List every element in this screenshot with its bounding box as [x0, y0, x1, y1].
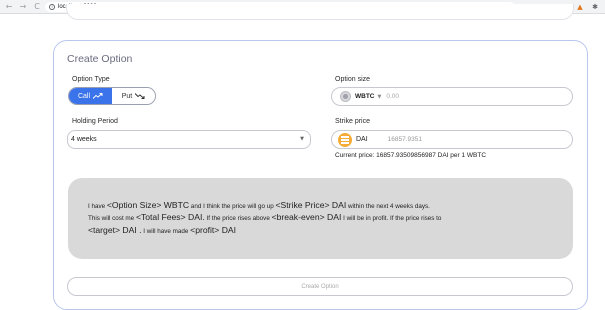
- metamask-fox-icon[interactable]: ▲: [575, 1, 585, 13]
- target-placeholder: <target>: [88, 225, 121, 235]
- holding-period-select[interactable]: 4 weeks ▼: [67, 130, 311, 149]
- trend-up-icon: [93, 93, 103, 99]
- site-info-icon[interactable]: i: [49, 4, 55, 10]
- summary-line-2: This will cost me <Total Fees> DAI. If t…: [88, 212, 442, 222]
- dai-token-icon: [338, 132, 352, 147]
- strike-price-label: Strike price: [335, 118, 371, 125]
- strike-price-input[interactable]: 16857.9351: [388, 136, 422, 143]
- wbtc-token-icon: [340, 91, 351, 102]
- create-option-button[interactable]: Create Option: [67, 277, 573, 296]
- break-even-placeholder: <break-even>: [271, 212, 325, 222]
- chevron-down-icon: ▼: [300, 136, 304, 142]
- call-label: Call: [77, 92, 91, 100]
- option-size-input[interactable]: 0.00: [386, 93, 399, 100]
- put-label: Put: [121, 92, 133, 100]
- reload-icon[interactable]: C: [31, 1, 43, 13]
- call-button[interactable]: Call: [69, 88, 112, 104]
- extensions-puzzle-icon[interactable]: ✱: [590, 1, 600, 13]
- option-type-label: Option Type: [72, 76, 110, 83]
- previous-card-edge: [66, 4, 574, 20]
- strike-price-currency: DAI: [356, 136, 368, 143]
- total-fees-placeholder: <Total Fees>: [135, 212, 186, 222]
- create-option-card: [53, 40, 588, 310]
- summary-line-3: <target> DAI . I will have made <profit>…: [88, 225, 237, 235]
- option-size-placeholder: <Option Size>: [106, 200, 162, 210]
- strike-price-field[interactable]: DAI 16857.9351: [331, 130, 573, 149]
- put-button[interactable]: Put: [112, 88, 155, 104]
- currency-dropdown-icon[interactable]: ▼: [378, 94, 382, 100]
- current-price-text: Current price: 16857.93509856987 DAI per…: [335, 152, 487, 159]
- back-arrow-icon[interactable]: ←: [3, 1, 15, 13]
- trend-down-icon: [135, 93, 145, 99]
- profit-placeholder: <profit>: [190, 225, 220, 235]
- forward-arrow-icon[interactable]: →: [17, 1, 29, 13]
- holding-period-label: Holding Period: [72, 118, 118, 125]
- option-size-label: Option size: [335, 76, 371, 83]
- holding-period-value: 4 weeks: [71, 136, 97, 143]
- option-type-toggle: Call Put: [68, 87, 156, 105]
- strike-price-placeholder: <Strike Price>: [275, 200, 330, 210]
- page-title: Create Option: [67, 53, 133, 65]
- summary-line-1: I have <Option Size> WBTC and I think th…: [88, 200, 430, 210]
- option-size-currency[interactable]: WBTC: [355, 93, 375, 100]
- option-summary-box: I have <Option Size> WBTC and I think th…: [68, 178, 573, 259]
- option-size-field[interactable]: WBTC ▼ 0.00: [331, 87, 573, 106]
